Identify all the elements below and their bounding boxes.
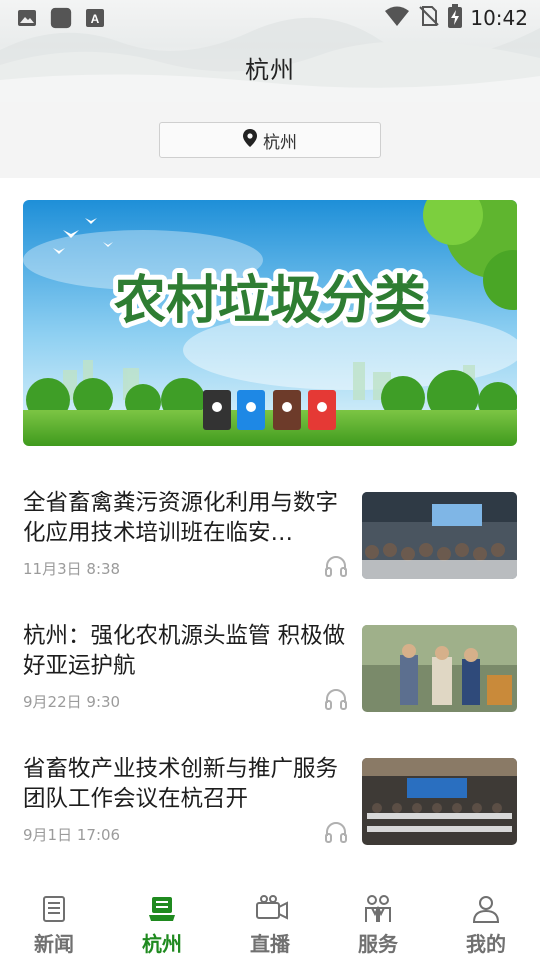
- tab-live[interactable]: 直播: [216, 884, 324, 960]
- tab-label: 直播: [250, 932, 290, 956]
- no-sim-icon: [418, 5, 440, 31]
- headphones-icon[interactable]: [324, 554, 348, 578]
- news-item[interactable]: 杭州：强化农机源头监管 积极做好亚运护航 9月22日 9:30: [0, 603, 540, 713]
- headphones-icon[interactable]: [324, 687, 348, 711]
- tab-hangzhou[interactable]: 杭州: [108, 884, 216, 960]
- news-item[interactable]: 全省畜禽粪污资源化利用与数字化应用技术培训班在临安… 11月3日 8:38: [0, 470, 540, 580]
- wifi-icon: [384, 5, 410, 31]
- news-title: 省畜牧产业技术创新与推广服务团队工作会议在杭召开: [23, 756, 339, 812]
- service-people-icon: [363, 894, 393, 924]
- font-icon: A: [84, 7, 106, 29]
- tab-service[interactable]: 服务: [324, 884, 432, 960]
- svg-text:A: A: [91, 12, 100, 26]
- location-selector-button[interactable]: 杭州: [159, 122, 381, 158]
- news-time: 11月3日 8:38: [23, 560, 121, 578]
- newspaper-icon: [39, 894, 69, 924]
- tab-label: 新闻: [34, 932, 74, 956]
- user-icon: [471, 894, 501, 924]
- tab-label: 我的: [466, 932, 506, 956]
- tab-label: 杭州: [142, 932, 182, 956]
- image-icon: [16, 7, 38, 29]
- news-thumbnail: [362, 625, 517, 712]
- location-label: 杭州: [263, 132, 297, 153]
- news-item[interactable]: 省畜牧产业技术创新与推广服务团队工作会议在杭召开 9月1日 17:06: [0, 736, 540, 846]
- banner-title: 农村垃圾分类: [114, 271, 426, 331]
- news-time: 9月1日 17:06: [23, 826, 121, 844]
- tab-label: 服务: [358, 932, 398, 956]
- tab-mine[interactable]: 我的: [432, 884, 540, 960]
- battery-charging-icon: [448, 4, 463, 32]
- app-square-icon: [50, 7, 72, 29]
- video-camera-icon: [255, 894, 288, 924]
- news-title: 全省畜禽粪污资源化利用与数字化应用技术培训班在临安…: [23, 490, 339, 546]
- laptop-news-icon: [147, 894, 177, 924]
- headphones-icon[interactable]: [324, 820, 348, 844]
- bottom-tab-bar: 新闻 杭州 直播 服务 我的: [0, 884, 540, 960]
- tab-news[interactable]: 新闻: [0, 884, 108, 960]
- news-time: 9月22日 9:30: [23, 693, 121, 711]
- location-bar: 杭州: [0, 102, 540, 178]
- clock: 10:42: [470, 6, 528, 30]
- news-thumbnail: [362, 492, 517, 579]
- news-title: 杭州：强化农机源头监管 积极做好亚运护航: [23, 623, 346, 679]
- location-pin-icon: [243, 129, 257, 151]
- banner-image: 农村垃圾分类 农村垃圾分类: [23, 200, 517, 446]
- page-title: 杭州: [245, 56, 295, 84]
- banner[interactable]: 农村垃圾分类 农村垃圾分类: [23, 200, 517, 446]
- status-bar: A 10:42: [0, 0, 540, 36]
- header: A 10:42 杭州: [0, 0, 540, 102]
- news-thumbnail: [362, 758, 517, 845]
